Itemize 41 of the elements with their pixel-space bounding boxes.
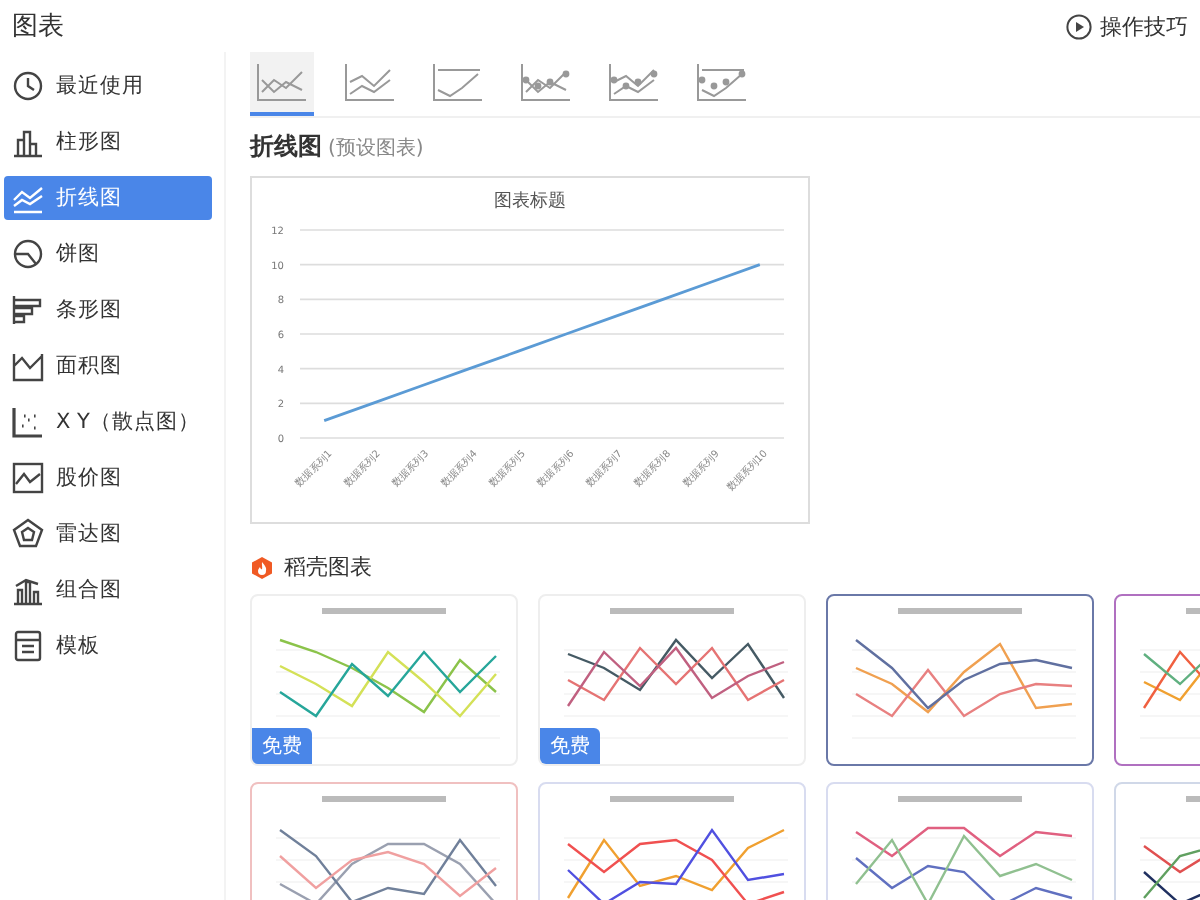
line-markers-icon [520, 62, 572, 102]
preview-title: 折线图 [250, 130, 322, 164]
line-subtype-tab[interactable] [250, 52, 314, 116]
sidebar-item[interactable]: X Y（散点图） [4, 400, 212, 444]
recent-chart-icon [12, 70, 44, 102]
line-chart-icon [432, 62, 484, 102]
scatter-chart-icon [12, 406, 44, 438]
template-chart-icon [12, 630, 44, 662]
chart-title: 图表标题 [494, 192, 566, 212]
pie-chart-icon [12, 238, 44, 270]
sidebar-item[interactable]: 模板 [4, 624, 212, 668]
column-chart-icon [12, 126, 44, 158]
line-chart-icon [12, 182, 44, 214]
dialog-title: 图表 [12, 10, 64, 44]
play-icon [1066, 13, 1092, 39]
preview-note: (预设图表) [328, 135, 424, 162]
template-card[interactable]: 免费 [250, 594, 518, 766]
radar-chart-icon [12, 518, 44, 550]
line-markers-icon [608, 62, 660, 102]
sidebar-item[interactable]: 条形图 [4, 288, 212, 332]
flame-logo-icon [250, 555, 274, 579]
stock-chart-icon [12, 462, 44, 494]
area-chart-icon [12, 350, 44, 382]
sidebar-item[interactable]: 股价图 [4, 456, 212, 500]
sidebar-item[interactable]: 面积图 [4, 344, 212, 388]
sidebar-item[interactable]: 折线图 [4, 176, 212, 220]
sidebar-item[interactable]: 柱形图 [4, 120, 212, 164]
bar-chart-icon [12, 294, 44, 326]
tips-button[interactable]: 操作技巧 [1066, 11, 1188, 41]
sidebar-item[interactable]: 雷达图 [4, 512, 212, 556]
free-badge: 免费 [540, 728, 600, 764]
line-markers-icon [696, 62, 748, 102]
line-chart-icon [344, 62, 396, 102]
combo-chart-icon [12, 574, 44, 606]
sidebar-item[interactable]: 饼图 [4, 232, 212, 276]
template-section-title: 稻壳图表 [284, 552, 372, 582]
sidebar-item[interactable]: 组合图 [4, 568, 212, 612]
template-card[interactable]: 免费 [538, 594, 806, 766]
line-chart-icon [256, 62, 308, 102]
free-badge: 免费 [252, 728, 312, 764]
sidebar-item[interactable]: 最近使用 [4, 64, 212, 108]
